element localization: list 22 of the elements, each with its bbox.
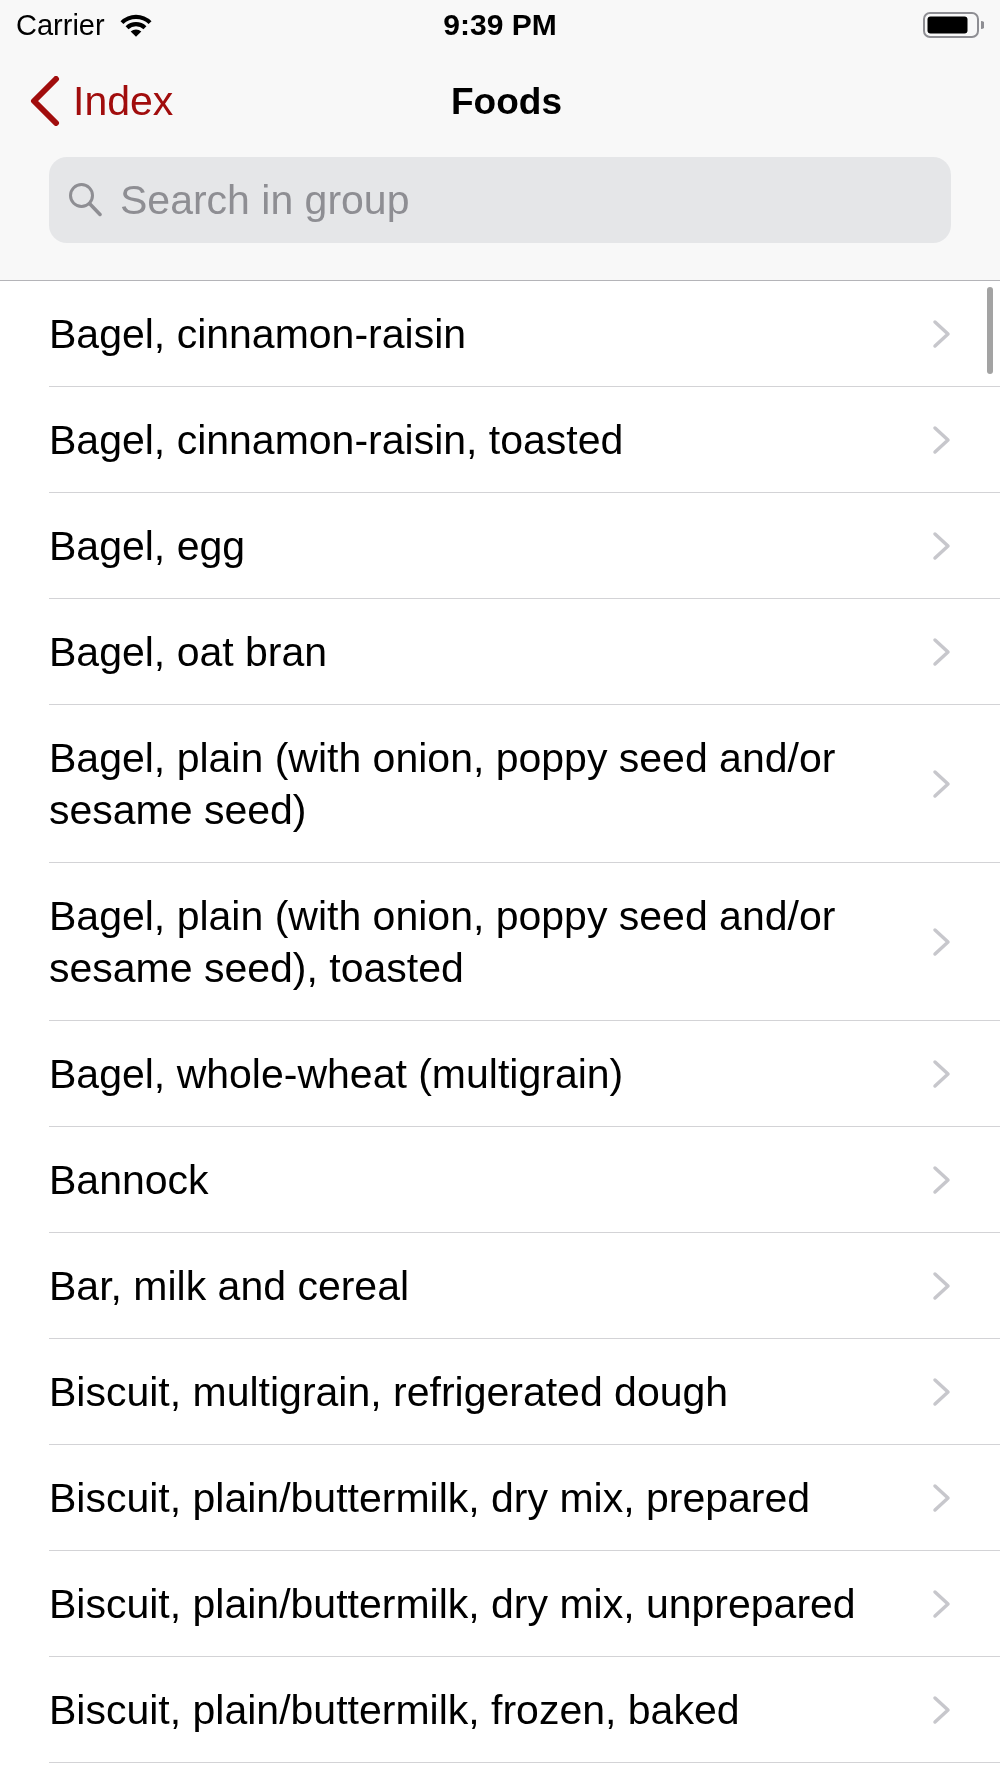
- back-button[interactable]: Index: [29, 76, 174, 126]
- chevron-right-icon: [932, 424, 952, 455]
- clock-time: 9:39 PM: [443, 10, 557, 40]
- chevron-right-icon: [932, 530, 952, 561]
- chevron-right-icon: [932, 926, 952, 957]
- screen-title: Foods: [451, 82, 562, 120]
- chevron-right-icon: [932, 1694, 952, 1725]
- chevron-right-icon: [932, 1588, 952, 1619]
- chevron-right-icon: [932, 1482, 952, 1513]
- chevron-right-icon: [932, 1376, 952, 1407]
- chevron-right-icon: [932, 1164, 952, 1195]
- chevron-right-icon: [932, 768, 952, 799]
- carrier-label: Carrier: [16, 10, 105, 40]
- search-field[interactable]: Search in group: [49, 157, 951, 243]
- chevron-right-icon: [932, 636, 952, 667]
- search-icon: [68, 182, 102, 217]
- chevron-right-icon: [932, 1058, 952, 1089]
- chevron-left-icon: [29, 76, 61, 126]
- battery-icon: [923, 12, 984, 38]
- chevron-right-icon: [932, 1270, 952, 1301]
- chevron-right-icon: [932, 318, 952, 349]
- wifi-icon: [118, 13, 153, 37]
